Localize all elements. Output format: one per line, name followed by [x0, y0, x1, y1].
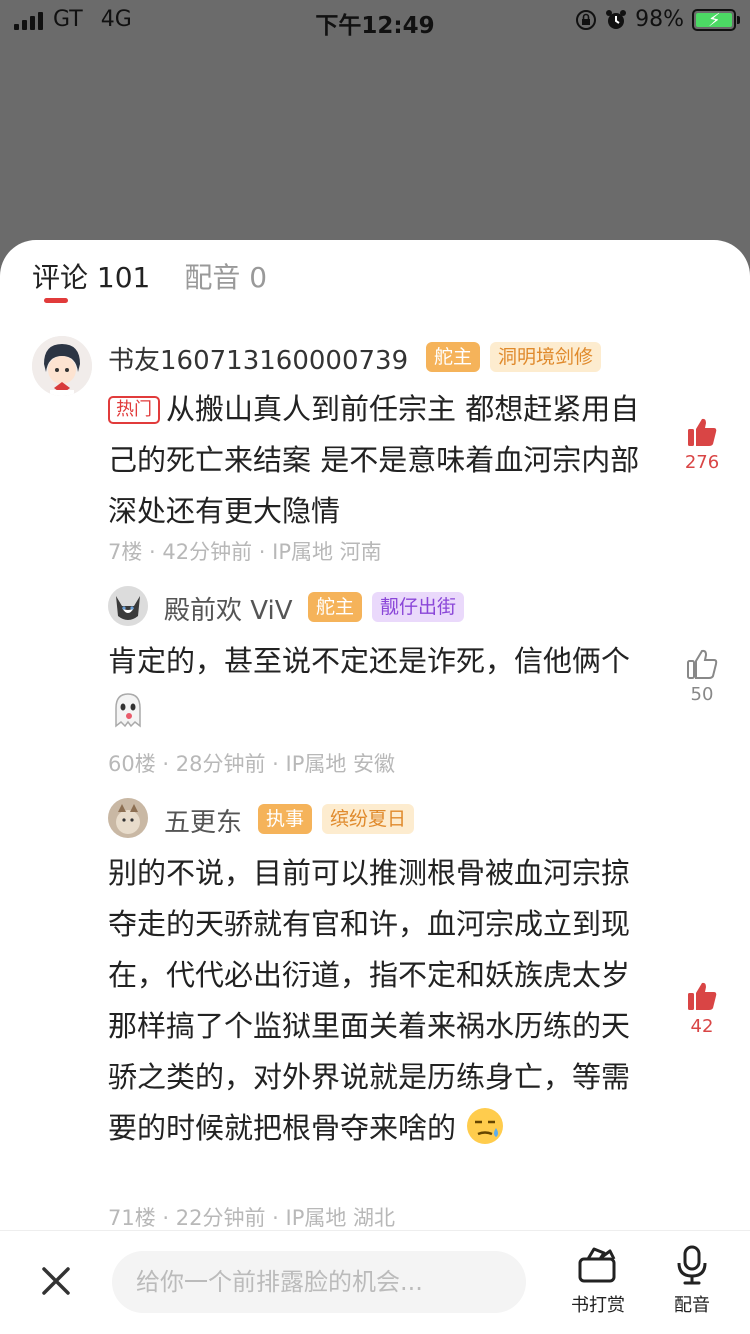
like-count: 42 — [690, 1016, 714, 1037]
rank-badge: 执事 — [258, 804, 313, 834]
ghost-emoji-icon — [115, 693, 141, 728]
dub-label: 配音 — [674, 1295, 710, 1316]
comment-body: 别的不说，目前可以推测根骨被血河宗掠夺走的天骄就有官和许，血河宗成立到现在，代代… — [108, 856, 631, 1145]
comment-username[interactable]: 殿前欢 ViV — [164, 590, 293, 627]
comment-username[interactable]: 五更东 — [164, 802, 242, 839]
bottom-bar: 书打赏 配音 — [0, 1230, 750, 1334]
avatar[interactable] — [32, 336, 92, 396]
status-right: 98% ⚡ — [575, 7, 740, 32]
comment-body: 肯定的，甚至说不定还是诈死，信他俩个 — [108, 644, 631, 678]
tab-bar: 评论 101 配音 0 — [32, 256, 267, 300]
like-count: 50 — [690, 684, 714, 705]
comment-meta: 7楼 · 42分钟前 · IP属地 河南 — [108, 540, 382, 564]
comment-body: 从搬山真人到前任宗主 都想赶紧用自己的死亡来结案 是不是意味着血河宗内部深处还有… — [108, 392, 640, 528]
rank-badge: 舵主 — [426, 342, 481, 372]
comment-input[interactable] — [112, 1251, 526, 1313]
like-count: 276 — [684, 452, 720, 473]
rank-badge: 舵主 — [308, 592, 363, 622]
tip-label: 书打赏 — [571, 1295, 625, 1316]
thumbs-up-icon — [687, 649, 718, 679]
title-badge: 洞明境剑修 — [490, 342, 602, 372]
title-badge: 靓仔出街 — [372, 592, 465, 622]
tab-dubbing[interactable]: 配音 0 — [184, 256, 267, 300]
status-bar: GT 4G 下午12:49 98% ⚡ — [0, 0, 750, 40]
smirk-emoji-icon — [467, 1108, 504, 1144]
close-icon — [42, 1267, 70, 1295]
alarm-icon — [606, 9, 627, 29]
like-button[interactable]: 50 — [677, 648, 727, 705]
comment-text[interactable]: 肯定的，甚至说不定还是诈死，信他俩个 — [108, 636, 643, 738]
microphone-icon — [677, 1245, 707, 1285]
comment-username[interactable]: 书友160713160000739 — [108, 340, 408, 377]
gift-book-icon — [578, 1247, 616, 1283]
avatar[interactable] — [108, 798, 148, 838]
thumbs-up-icon — [688, 418, 717, 446]
battery-icon: ⚡ — [692, 8, 740, 31]
orientation-lock-icon — [576, 9, 597, 30]
title-badge: 缤纷夏日 — [322, 804, 415, 834]
tab-comments[interactable]: 评论 101 — [32, 256, 150, 300]
active-tab-indicator — [44, 298, 68, 303]
comment-text[interactable]: 热门 从搬山真人到前任宗主 都想赶紧用自己的死亡来结案 是不是意味着血河宗内部深处… — [108, 384, 643, 537]
like-button[interactable]: 42 — [677, 980, 727, 1037]
hot-tag: 热门 — [108, 396, 160, 424]
comment-text[interactable]: 别的不说，目前可以推测根骨被血河宗掠夺走的天骄就有官和许，血河宗成立到现在，代代… — [108, 848, 643, 1154]
tip-button[interactable]: 书打赏 — [558, 1245, 638, 1317]
avatar[interactable] — [108, 586, 148, 626]
comment-meta: 60楼 · 28分钟前 · IP属地 安徽 — [108, 752, 396, 776]
dub-button[interactable]: 配音 — [652, 1245, 732, 1317]
close-button[interactable] — [36, 1261, 76, 1301]
like-button[interactable]: 276 — [677, 416, 727, 473]
thumbs-up-icon — [688, 982, 717, 1010]
comment-sheet: 评论 101 配音 0 书友160713160000739 舵主 洞明境剑修 热… — [0, 240, 750, 1334]
battery-percent: 98% — [635, 7, 684, 32]
comment-meta: 71楼 · 22分钟前 · IP属地 湖北 — [108, 1206, 396, 1230]
